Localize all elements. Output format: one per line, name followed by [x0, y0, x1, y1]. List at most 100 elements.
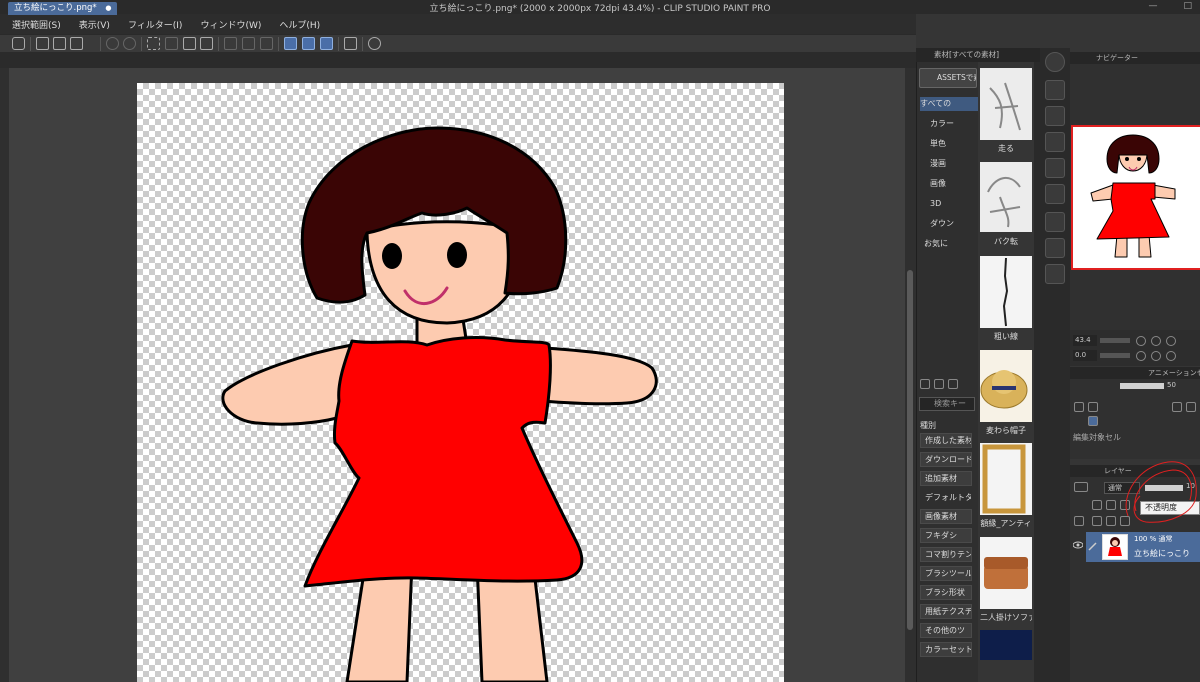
image-icon[interactable] [934, 379, 944, 389]
tree-item-image[interactable]: 画像 [920, 177, 978, 191]
table-icon[interactable] [1045, 80, 1065, 100]
lock-icon[interactable] [1092, 500, 1102, 510]
pen-icon[interactable] [1088, 541, 1098, 551]
material-search-input[interactable]: 検索キー [919, 397, 975, 411]
kind-brush-shape[interactable]: ブラシ形状 [920, 585, 972, 600]
zoom-value[interactable]: 43.4 [1073, 335, 1097, 346]
menu-help[interactable]: ヘルプ(H) [279, 18, 320, 31]
material-thumb-frame[interactable] [980, 443, 1032, 515]
material-thumb-backflip[interactable] [980, 162, 1032, 232]
layer-menu-icon[interactable] [1074, 516, 1084, 526]
new-layer-icon[interactable] [1092, 516, 1102, 526]
search-icon[interactable] [1045, 52, 1065, 72]
cel-add-icon[interactable] [1172, 402, 1182, 412]
window-controls: — □ [1148, 1, 1192, 11]
pin-icon[interactable] [948, 379, 958, 389]
folder-icon[interactable] [920, 379, 930, 389]
menu-filter[interactable]: フィルター(I) [128, 18, 183, 31]
cel-edit-icon[interactable] [1088, 402, 1098, 412]
menu-view[interactable]: 表示(V) [79, 18, 110, 31]
kind-default[interactable]: デフォルトタ... [920, 490, 972, 505]
animation-cel-header: アニメーションセル [1070, 367, 1200, 379]
minimize-button[interactable]: — [1148, 1, 1157, 11]
kind-frame-template[interactable]: コマ割りテン [920, 547, 972, 562]
zoom-slider[interactable] [1100, 338, 1130, 343]
kind-other-tool[interactable]: その他のツ [920, 623, 972, 638]
snap-icon[interactable] [242, 37, 255, 50]
tree-item-color[interactable]: カラー [920, 117, 978, 131]
cel-active-icon[interactable] [1088, 416, 1098, 426]
layer-color-icon[interactable] [1074, 482, 1088, 492]
photo-icon[interactable] [1045, 238, 1065, 258]
menu-window[interactable]: ウィンドウ(W) [200, 18, 261, 31]
ref-layer-icon[interactable] [1106, 500, 1116, 510]
close-icon[interactable]: ● [105, 4, 111, 12]
menu-select[interactable]: 選択範囲(S) [12, 18, 61, 31]
maximize-button[interactable]: □ [1183, 1, 1192, 11]
navigator-preview[interactable] [1071, 125, 1200, 270]
kind-balloon[interactable]: フキダシ [920, 528, 972, 543]
open-folder-icon[interactable] [53, 37, 66, 50]
zoom-out-icon[interactable] [1136, 336, 1146, 346]
material-thumb-rough-line[interactable] [980, 256, 1032, 328]
canvas-scrollbar-thumb[interactable] [907, 270, 913, 630]
zoom-in-icon[interactable] [1151, 336, 1161, 346]
clip-logo-icon[interactable] [12, 37, 25, 50]
undo-icon[interactable] [106, 37, 119, 50]
hide-selection-icon[interactable] [224, 37, 237, 50]
kind-added[interactable]: 追加素材 [920, 471, 972, 486]
fill-icon[interactable] [183, 37, 196, 50]
clear-icon[interactable] [165, 37, 178, 50]
rotate-left-icon[interactable] [1136, 351, 1146, 361]
rotation-value[interactable]: 0.0 [1073, 350, 1097, 361]
kind-paper-texture[interactable]: 用紙テクスチ [920, 604, 972, 619]
snap-ruler-icon[interactable] [302, 37, 315, 50]
eye-icon[interactable] [1073, 541, 1083, 549]
fit-icon[interactable] [1166, 336, 1176, 346]
cel-delete-icon[interactable] [1186, 402, 1196, 412]
new-file-icon[interactable] [36, 37, 49, 50]
save-icon[interactable] [70, 37, 83, 50]
material-thumb-night[interactable] [980, 630, 1032, 660]
material-thumb-straw-hat[interactable] [980, 350, 1032, 422]
material-thumb-run[interactable] [980, 68, 1032, 140]
drawing-canvas[interactable] [137, 83, 784, 682]
ruler-icon[interactable] [284, 37, 297, 50]
rotate-right-icon[interactable] [1151, 351, 1161, 361]
grid-icon[interactable] [260, 37, 273, 50]
reset-rotation-icon[interactable] [1166, 351, 1176, 361]
cel-icon[interactable] [1074, 402, 1084, 412]
lasso-icon[interactable] [147, 37, 160, 50]
device-icon[interactable] [344, 37, 357, 50]
list-icon[interactable] [1045, 184, 1065, 204]
camera-icon[interactable] [1045, 106, 1065, 126]
tree-item-favorites[interactable]: お気に [920, 237, 978, 251]
settings-icon[interactable] [1045, 264, 1065, 284]
kind-color-set[interactable]: カラーセット [920, 642, 972, 657]
material-thumb-sofa[interactable] [980, 537, 1032, 609]
kind-created[interactable]: 作成した素材 [920, 433, 972, 448]
cross-icon[interactable] [1045, 132, 1065, 152]
tree-item-mono[interactable]: 単色 [920, 137, 978, 151]
snap-line-icon[interactable] [320, 37, 333, 50]
tree-item-3d[interactable]: 3D [920, 197, 978, 211]
kind-download[interactable]: ダウンロード [920, 452, 972, 467]
kind-image[interactable]: 画像素材 [920, 509, 972, 524]
transform-icon[interactable] [200, 37, 213, 50]
tree-item-download[interactable]: ダウン [920, 217, 978, 231]
rotation-slider[interactable] [1100, 353, 1130, 358]
stack-icon[interactable] [1045, 212, 1065, 232]
assets-button[interactable]: ASSETSで素 [919, 68, 977, 88]
redo-icon[interactable] [123, 37, 136, 50]
mask-icon[interactable] [1106, 516, 1116, 526]
layer-name[interactable]: 立ち絵にっこり [1134, 548, 1190, 559]
tree-item-manga[interactable]: 漫画 [920, 157, 978, 171]
onion-opacity-value[interactable]: 50 [1167, 381, 1176, 389]
layer-icon[interactable] [1045, 158, 1065, 178]
material-panel-header: 素材[すべての素材] [916, 48, 1040, 62]
document-tab[interactable]: 立ち絵にっこり.png* ● [8, 2, 118, 15]
onion-slider[interactable] [1120, 383, 1164, 389]
kind-brush-tool[interactable]: ブラシツール [920, 566, 972, 581]
tree-item-all[interactable]: すべての [920, 97, 978, 111]
help-icon[interactable] [368, 37, 381, 50]
